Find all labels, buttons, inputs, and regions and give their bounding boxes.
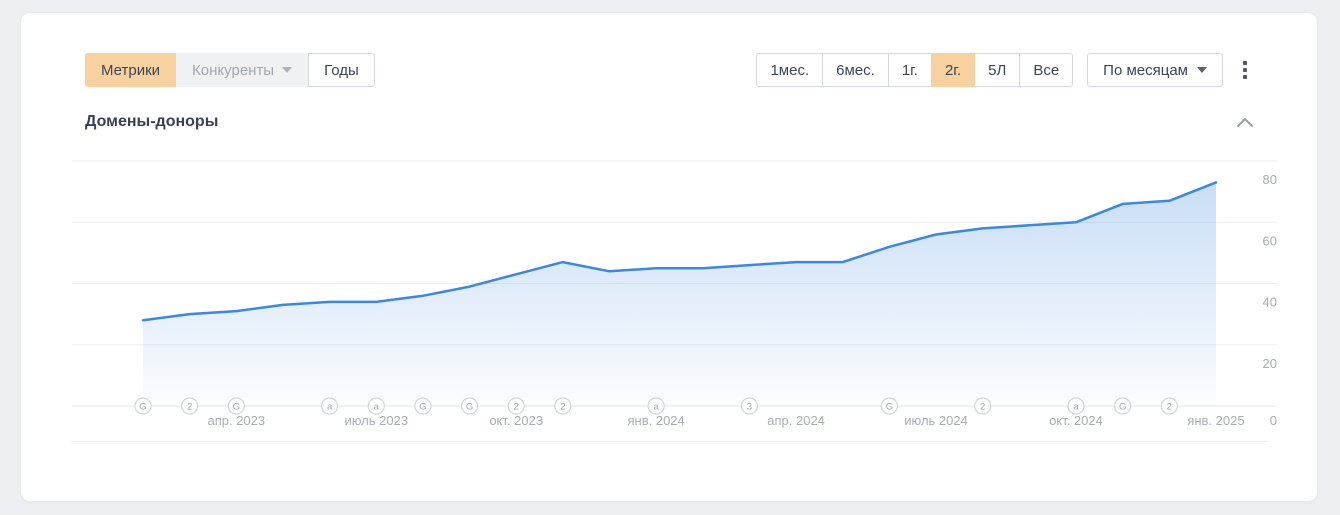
timeline-marker-2[interactable]: 2 [181,397,199,415]
y-axis-tick-label: 0 [1270,413,1277,428]
svg-text:G: G [886,402,893,413]
svg-text:a: a [374,402,380,413]
section-header: Домены-доноры [85,113,1257,131]
x-axis-tick-label: янв. 2024 [628,413,685,428]
range-1m-button[interactable]: 1мес. [756,53,824,87]
x-axis-tick-label: янв. 2025 [1187,413,1244,428]
svg-text:G: G [419,402,426,413]
timeline-marker-G[interactable]: G [227,397,245,415]
tab-competitors-label: Конкуренты [192,61,275,79]
svg-text:a: a [1073,402,1079,413]
chart-area-fill [143,182,1216,406]
svg-text:G: G [1119,402,1126,413]
y-axis-tick-label: 80 [1263,172,1277,187]
tab-metrics[interactable]: Метрики [85,53,177,87]
granularity-dropdown[interactable]: По месяцам [1087,53,1223,87]
range-6m-button[interactable]: 6мес. [822,53,889,87]
svg-text:a: a [327,402,333,413]
time-range-group: 1мес. 6мес. 1г. 2г. 5Л Все [756,53,1074,87]
timeline-marker-a[interactable]: a [367,397,385,415]
timeline-marker-G[interactable]: G [1114,397,1132,415]
svg-text:2: 2 [514,402,519,413]
svg-text:2: 2 [980,402,985,413]
granularity-dropdown-label: По месяцам [1103,61,1188,79]
timeline-marker-2[interactable]: 2 [1160,397,1178,415]
svg-text:3: 3 [747,402,752,413]
svg-text:2: 2 [560,402,565,413]
timeline-marker-a[interactable]: a [1067,397,1085,415]
y-axis-tick-label: 60 [1263,233,1277,248]
timeline-marker-a[interactable]: a [321,397,339,415]
collapse-section-button[interactable] [1233,114,1257,131]
metrics-panel-card: Метрики Конкуренты Годы 1мес. 6мес. 1г. … [20,12,1318,502]
svg-text:a: a [654,402,660,413]
caret-down-icon [1197,67,1207,73]
timeline-marker-G[interactable]: G [134,397,152,415]
tab-competitors[interactable]: Конкуренты [176,53,309,87]
chart-controls: 1мес. 6мес. 1г. 2г. 5Л Все По месяцам [756,53,1253,87]
x-axis-tick-label: окт. 2023 [489,413,543,428]
section-title: Домены-доноры [85,113,219,130]
svg-text:G: G [233,402,240,413]
timeline-marker-G[interactable]: G [460,397,479,415]
x-axis-tick-label: июль 2024 [904,413,968,428]
timeline-marker-G[interactable]: G [880,397,899,415]
range-1y-button[interactable]: 1г. [887,53,932,87]
svg-text:G: G [466,402,473,413]
timeline-marker-a[interactable]: a [647,397,665,415]
x-axis-tick-label: июль 2023 [344,413,408,428]
y-axis-tick-label: 40 [1263,295,1277,310]
chart-toolbar: Метрики Конкуренты Годы 1мес. 6мес. 1г. … [85,53,1253,87]
timeline-marker-2[interactable]: 2 [507,397,525,415]
svg-text:2: 2 [187,402,192,413]
timeline-marker-G[interactable]: G [414,397,432,415]
timeline-marker-2[interactable]: 2 [974,397,992,415]
x-axis-tick-label: окт. 2024 [1049,413,1103,428]
x-axis-tick-label: апр. 2023 [207,413,265,428]
range-5y-button[interactable]: 5Л [974,53,1021,87]
range-all-button[interactable]: Все [1019,53,1074,87]
kebab-menu-icon[interactable] [1237,57,1253,83]
svg-text:G: G [139,402,146,413]
chevron-up-icon [1237,117,1253,127]
metrics-tab-group: Метрики Конкуренты Годы [85,53,375,87]
range-2y-button[interactable]: 2г. [930,53,976,87]
timeline-marker-3[interactable]: 3 [740,397,759,415]
svg-text:2: 2 [1167,402,1172,413]
bottom-divider [71,441,1267,442]
x-axis-tick-label: апр. 2024 [767,413,825,428]
timeline-marker-2[interactable]: 2 [554,397,572,415]
y-axis-tick-label: 20 [1263,356,1277,371]
caret-down-icon [282,67,293,73]
donor-domains-chart: G 2 Ga a G G 2 2 a 3 G 2 a G 2 0 20 40 60 80 апр. 2023 июль … [21,151,1317,461]
tab-years[interactable]: Годы [308,53,375,87]
